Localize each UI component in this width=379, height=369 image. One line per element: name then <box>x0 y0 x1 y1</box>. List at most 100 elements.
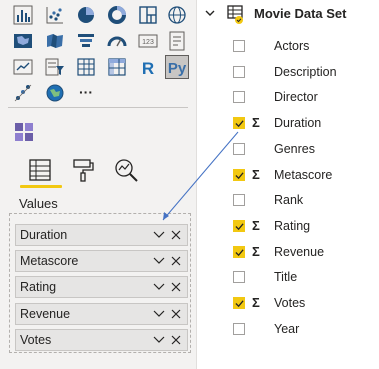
field-name: Rating <box>274 219 311 233</box>
value-field-pill[interactable]: Metascore <box>15 250 188 272</box>
field-checkbox[interactable] <box>233 91 245 103</box>
value-field-pill[interactable]: Duration <box>15 224 188 246</box>
field-name: Year <box>274 322 300 336</box>
field-row[interactable]: Rank <box>197 190 379 212</box>
value-field-label: Metascore <box>20 254 79 268</box>
r-visual-icon[interactable]: R <box>138 57 158 77</box>
field-checkbox[interactable] <box>233 323 245 335</box>
svg-text:123: 123 <box>142 39 154 46</box>
field-name: Description <box>274 65 337 79</box>
matrix-visual-icon[interactable] <box>107 57 127 77</box>
collapse-arrow-icon[interactable] <box>204 7 216 19</box>
table-name: Movie Data Set <box>254 6 347 21</box>
card-icon[interactable]: 123 <box>138 31 158 51</box>
field-row[interactable]: Σ Revenue <box>197 242 379 264</box>
field-name: Actors <box>274 39 310 53</box>
sigma-icon: Σ <box>252 244 260 259</box>
tab-fields[interactable] <box>26 156 54 184</box>
checkmark-icon <box>235 223 244 231</box>
field-name: Director <box>274 90 318 104</box>
field-checkbox[interactable] <box>233 220 245 232</box>
value-field-pill[interactable]: Revenue <box>15 303 188 325</box>
close-icon[interactable] <box>170 334 182 346</box>
custom-visual-icon[interactable] <box>14 122 34 142</box>
field-row[interactable]: Director <box>197 87 379 109</box>
field-row[interactable]: Description <box>197 62 379 84</box>
field-name: Duration <box>274 116 322 130</box>
treemap-icon[interactable] <box>138 5 158 25</box>
python-visual-icon[interactable]: Py <box>165 55 189 79</box>
shape-map-icon[interactable] <box>45 31 65 51</box>
field-row[interactable]: Actors <box>197 36 379 58</box>
value-field-label: Revenue <box>20 307 71 321</box>
field-checkbox[interactable] <box>233 117 245 129</box>
value-field-pill[interactable]: Rating <box>15 276 188 298</box>
field-name: Genres <box>274 142 315 156</box>
active-tab-indicator <box>20 185 62 188</box>
chevron-down-icon[interactable] <box>153 282 165 292</box>
checkmark-icon <box>235 172 244 180</box>
table-header[interactable]: Movie Data Set <box>201 5 379 25</box>
field-checkbox[interactable] <box>233 297 245 309</box>
more-visuals-icon[interactable]: ··· <box>76 83 96 103</box>
sigma-icon: Σ <box>252 295 260 310</box>
close-icon[interactable] <box>170 308 182 320</box>
field-checkbox[interactable] <box>233 66 245 78</box>
field-checkbox[interactable] <box>233 169 245 181</box>
svg-text:R: R <box>142 59 154 77</box>
field-row[interactable]: Σ Rating <box>197 216 379 238</box>
value-field-pill[interactable]: Votes <box>15 329 188 351</box>
funnel-icon[interactable] <box>76 31 96 51</box>
svg-text:Py: Py <box>168 60 187 77</box>
close-icon[interactable] <box>170 281 182 293</box>
sigma-icon: Σ <box>252 115 260 130</box>
close-icon[interactable] <box>170 229 182 241</box>
tab-format[interactable] <box>69 156 97 184</box>
donut-chart-icon[interactable] <box>107 5 127 25</box>
checkmark-icon <box>235 300 244 308</box>
field-row[interactable]: Σ Votes <box>197 293 379 315</box>
field-row[interactable]: Σ Duration <box>197 113 379 135</box>
chevron-down-icon[interactable] <box>153 230 165 240</box>
field-name: Revenue <box>274 245 325 259</box>
kpi-icon[interactable] <box>13 57 33 77</box>
field-checkbox[interactable] <box>233 271 245 283</box>
checkmark-icon <box>235 249 244 257</box>
globe-map-icon[interactable] <box>167 5 187 25</box>
field-name: Title <box>274 270 298 284</box>
field-checkbox[interactable] <box>233 246 245 258</box>
chevron-down-icon[interactable] <box>153 335 165 345</box>
tab-analytics[interactable] <box>112 156 140 184</box>
field-row[interactable]: Genres <box>197 139 379 161</box>
field-name: Metascore <box>274 168 333 182</box>
field-row[interactable]: Σ Metascore <box>197 165 379 187</box>
value-field-label: Rating <box>20 280 57 294</box>
values-well-label: Values <box>19 196 58 211</box>
field-row[interactable]: Year <box>197 319 379 341</box>
field-name: Votes <box>274 296 306 310</box>
visualizations-pane: 123 R Py ··· Values Duration Metascore R… <box>0 0 196 369</box>
gauge-icon[interactable] <box>107 31 127 51</box>
scatter-chart-icon[interactable] <box>45 5 65 25</box>
chevron-down-icon[interactable] <box>153 256 165 266</box>
sigma-icon: Σ <box>252 218 260 233</box>
value-field-label: Duration <box>20 228 68 242</box>
field-checkbox[interactable] <box>233 40 245 52</box>
table-icon <box>227 5 243 24</box>
svg-text:···: ··· <box>79 84 93 100</box>
value-field-label: Votes <box>20 333 52 347</box>
table-visual-icon[interactable] <box>76 57 96 77</box>
ribbon-chart-icon[interactable] <box>13 5 33 25</box>
arcgis-map-icon[interactable] <box>45 83 65 103</box>
field-checkbox[interactable] <box>233 194 245 206</box>
field-checkbox[interactable] <box>233 143 245 155</box>
chevron-down-icon[interactable] <box>153 309 165 319</box>
filled-map-icon[interactable] <box>13 31 33 51</box>
slicer-icon[interactable] <box>45 57 65 77</box>
pie-chart-icon[interactable] <box>76 5 96 25</box>
field-row[interactable]: Title <box>197 267 379 289</box>
close-icon[interactable] <box>170 255 182 267</box>
multi-row-card-icon[interactable] <box>167 31 187 51</box>
sigma-icon: Σ <box>252 167 260 182</box>
key-influencers-icon[interactable] <box>13 83 33 103</box>
